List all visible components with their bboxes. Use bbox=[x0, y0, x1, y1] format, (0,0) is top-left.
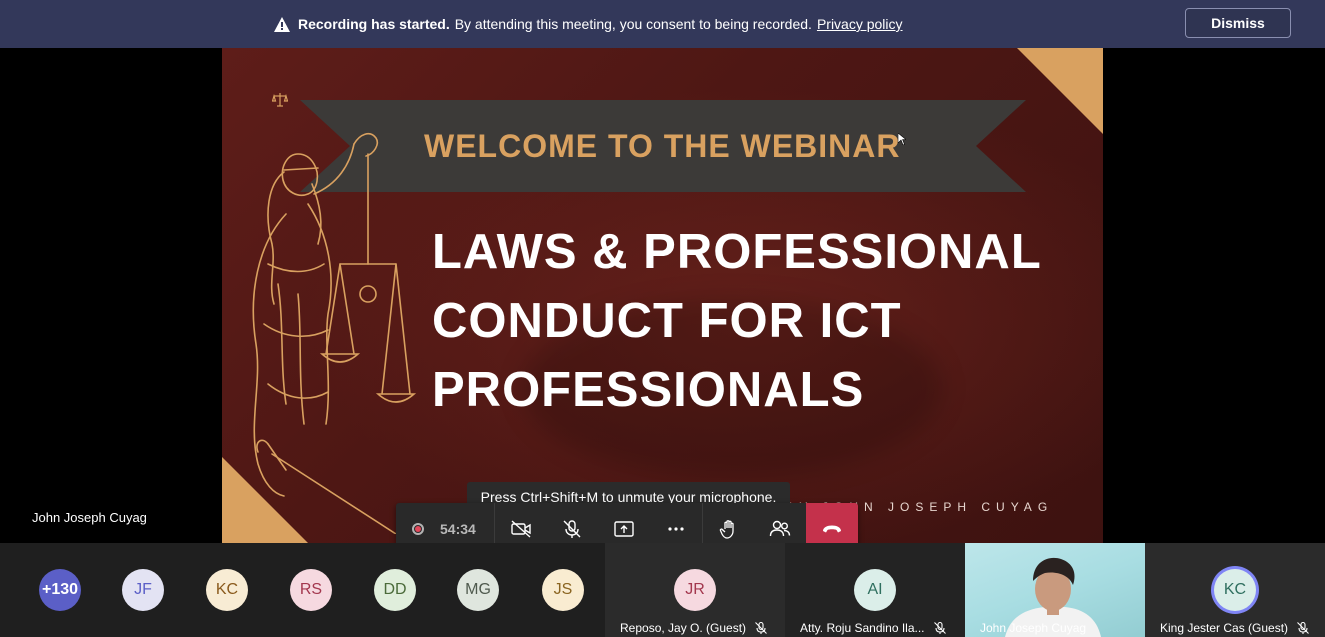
mic-off-icon bbox=[1297, 621, 1309, 634]
meeting-stage: WELCOME TO THE WEBINAR LAWS & PROFESSION… bbox=[0, 48, 1325, 555]
slide-title-line-1: LAWS & PROFESSIONAL bbox=[432, 225, 1042, 279]
participant-avatar-row: +130 JF KC RS DD MG JS bbox=[0, 543, 605, 637]
meeting-timer: 54:34 bbox=[440, 521, 476, 537]
camera-off-icon bbox=[510, 520, 531, 538]
mic-off-icon bbox=[563, 520, 581, 538]
dismiss-button[interactable]: Dismiss bbox=[1185, 8, 1291, 38]
participant-tile[interactable]: JR Reposo, Jay O. (Guest) bbox=[605, 543, 785, 637]
presenter-name-label: John Joseph Cuyag bbox=[32, 510, 147, 525]
participant-avatar[interactable]: MG bbox=[457, 569, 499, 611]
slide-title-line-3: PROFESSIONALS bbox=[432, 363, 865, 417]
participant-avatar[interactable]: DD bbox=[374, 569, 416, 611]
recording-dot-icon bbox=[412, 523, 424, 535]
participant-avatar: JR bbox=[674, 569, 716, 611]
participant-avatar[interactable]: RS bbox=[290, 569, 332, 611]
more-icon bbox=[668, 527, 684, 531]
shared-slide: WELCOME TO THE WEBINAR LAWS & PROFESSION… bbox=[222, 48, 1103, 543]
participant-name: Atty. Roju Sandino Ila... bbox=[800, 621, 947, 635]
participant-name: King Jester Cas (Guest) bbox=[1160, 621, 1310, 635]
hang-up-icon bbox=[823, 525, 842, 533]
recording-status-text: Recording has started. bbox=[298, 16, 450, 32]
participant-avatar[interactable]: JF bbox=[122, 569, 164, 611]
welcome-heading: WELCOME TO THE WEBINAR bbox=[424, 128, 901, 164]
raise-hand-icon bbox=[719, 520, 734, 539]
mic-off-icon bbox=[755, 621, 767, 634]
participant-name-text: Atty. Roju Sandino Ila... bbox=[800, 621, 925, 635]
recording-banner: Recording has started. By attending this… bbox=[0, 0, 1325, 48]
participant-video-tile[interactable]: John Joseph Cuyag bbox=[965, 543, 1145, 637]
participant-name: Reposo, Jay O. (Guest) bbox=[620, 621, 768, 635]
lady-justice-illustration bbox=[252, 132, 417, 534]
participants-icon bbox=[770, 520, 791, 537]
participant-tile[interactable]: KC King Jester Cas (Guest) bbox=[1145, 543, 1325, 637]
participant-avatar[interactable]: KC bbox=[206, 569, 248, 611]
share-icon bbox=[614, 521, 634, 537]
warning-icon bbox=[274, 16, 290, 32]
participant-name: John Joseph Cuyag bbox=[980, 621, 1086, 635]
privacy-policy-link[interactable]: Privacy policy bbox=[817, 16, 903, 32]
participant-tile[interactable]: AI Atty. Roju Sandino Ila... bbox=[785, 543, 965, 637]
participant-name-text: John Joseph Cuyag bbox=[980, 621, 1087, 635]
participant-avatar: AI bbox=[854, 569, 896, 611]
mic-off-icon bbox=[933, 621, 946, 634]
participant-gallery: +130 JF KC RS DD MG JS JR Reposo, Jay O.… bbox=[0, 543, 1325, 637]
mouse-cursor-icon bbox=[898, 133, 906, 145]
consent-text: By attending this meeting, you consent t… bbox=[454, 16, 812, 32]
scales-of-justice-icon bbox=[272, 93, 288, 107]
participant-name-text: King Jester Cas (Guest) bbox=[1160, 621, 1289, 635]
overflow-participants-button[interactable]: +130 bbox=[39, 569, 81, 611]
slide-title-line-2: CONDUCT FOR ICT bbox=[432, 294, 902, 348]
recording-message: Recording has started. By attending this… bbox=[274, 15, 903, 33]
participant-avatar-speaking: KC bbox=[1214, 569, 1256, 611]
slide-corner-top-right bbox=[1017, 48, 1103, 134]
participant-avatar[interactable]: JS bbox=[542, 569, 584, 611]
participant-name-text: Reposo, Jay O. (Guest) bbox=[620, 621, 747, 635]
